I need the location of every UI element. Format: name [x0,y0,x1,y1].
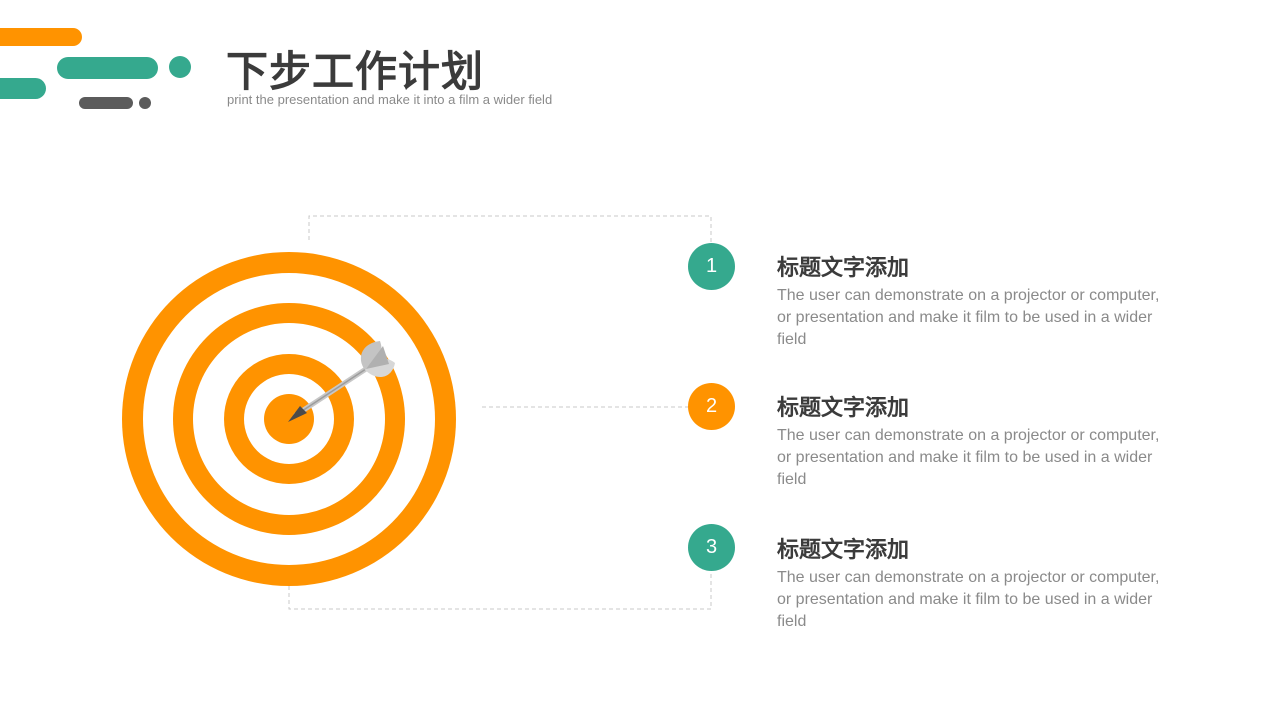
item-title-1: 标题文字添加 [777,256,910,281]
step-badge-2: 2 [688,383,735,430]
item-title-3: 标题文字添加 [777,538,910,563]
item-description-3: The user can demonstrate on a projector … [777,569,1160,630]
item-description-1: The user can demonstrate on a projector … [777,287,1160,348]
item-title-2: 标题文字添加 [777,396,910,421]
connector-top [308,215,712,243]
step-badge-3: 3 [688,524,735,571]
item-description-2: The user can demonstrate on a projector … [777,427,1160,488]
target-icon [122,252,456,586]
connector-bottom [288,571,712,610]
step-badge-1: 1 [688,243,735,290]
